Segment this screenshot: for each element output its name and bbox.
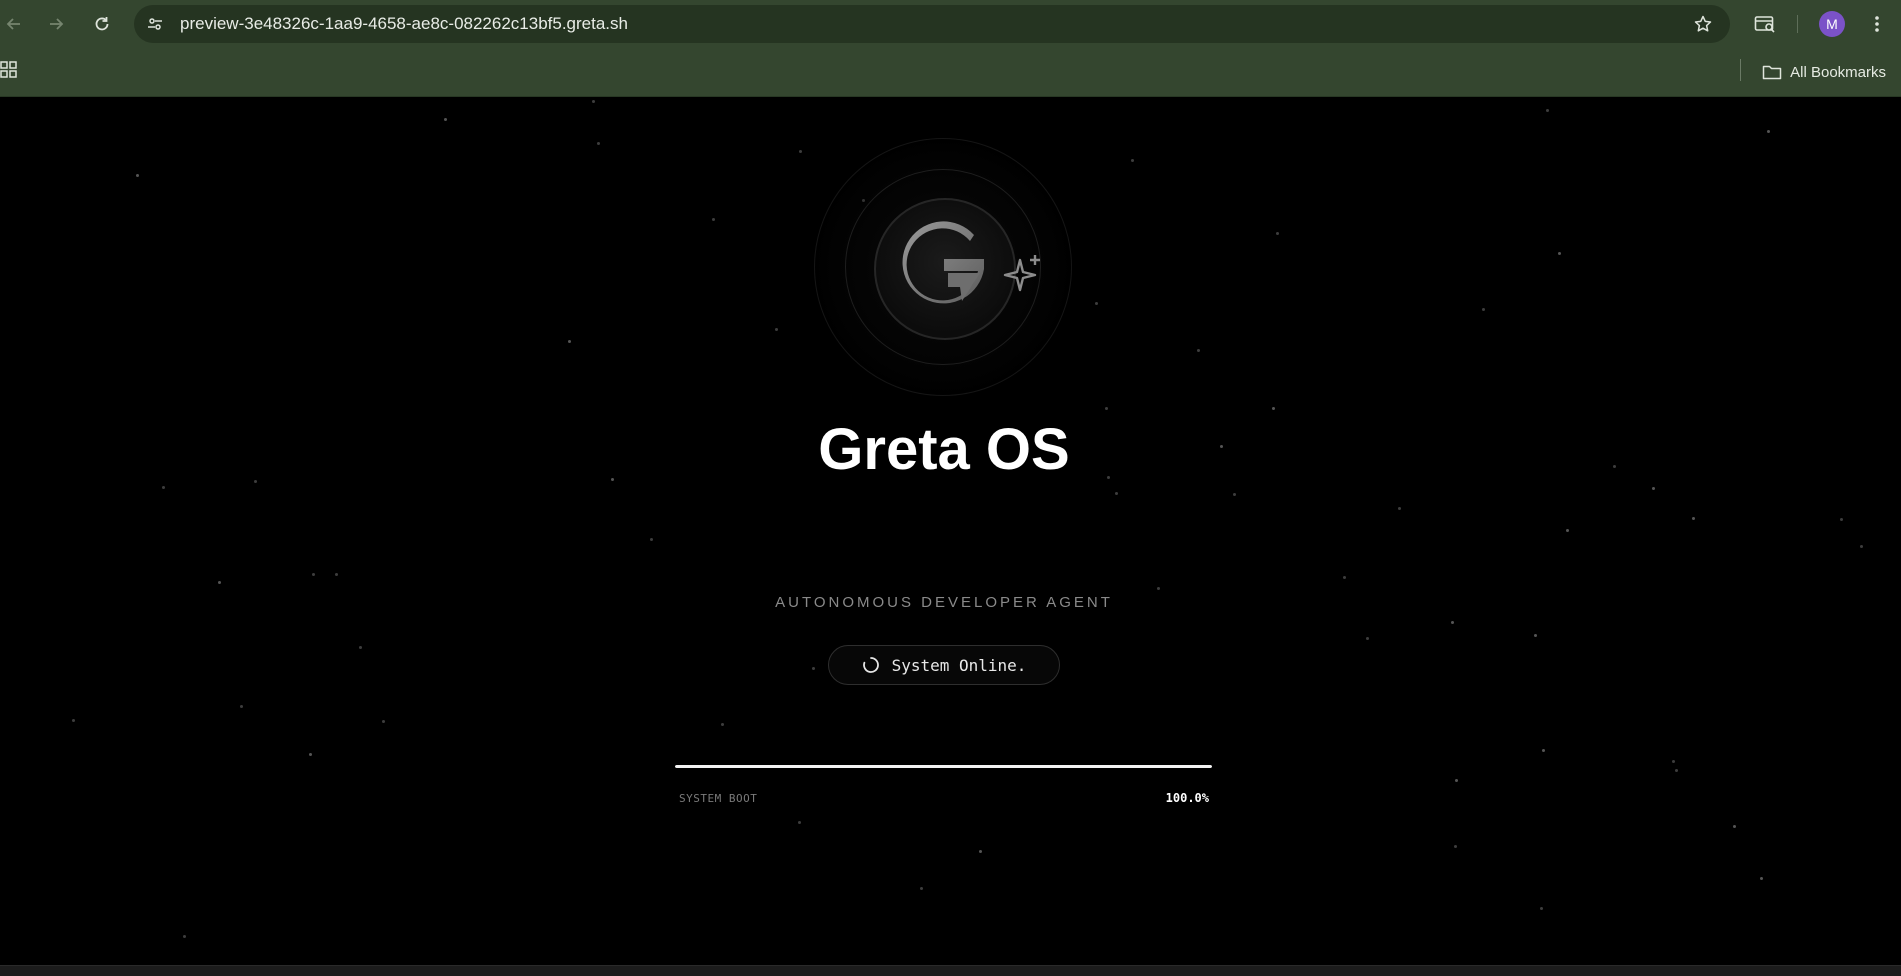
star-dot [1276,232,1279,235]
star-dot [218,581,221,584]
star-dot [240,705,243,708]
star-dot [444,118,447,121]
all-bookmarks-button[interactable]: All Bookmarks [1762,60,1886,84]
star-dot [72,719,75,722]
star-dot [1272,407,1275,410]
star-dot [162,486,165,489]
star-dot [721,723,724,726]
star-dot [979,850,982,853]
star-dot [1692,517,1695,520]
kebab-menu-icon [1875,16,1879,32]
star-dot [775,328,778,331]
tab-search-icon [1754,16,1775,33]
all-bookmarks-label: All Bookmarks [1790,63,1886,81]
arrow-right-icon [50,18,64,30]
star-dot [1840,518,1843,521]
apps-grid-icon [0,61,17,78]
star-dot [183,935,186,938]
toolbar-separator [1797,15,1798,33]
star-dot [1233,493,1236,496]
star-dot [1566,529,1569,532]
star-dot [1115,492,1118,495]
apps-button[interactable] [0,61,20,81]
star-dot [1157,587,1160,590]
star-dot [1652,487,1655,490]
reload-icon [95,17,109,31]
star-dot [382,720,385,723]
star-dot [597,142,600,145]
star-dot [1672,760,1675,763]
g-logo-icon [902,221,984,304]
star-dot [335,573,338,576]
star-dot [1558,252,1561,255]
star-dot [1105,407,1108,410]
greta-logo [814,138,1074,398]
star-dot [1455,779,1458,782]
loading-spinner-icon [862,657,879,673]
boot-progress-label: SYSTEM BOOT [679,792,758,805]
boot-progress-bar [675,765,1212,768]
star-dot [1131,159,1134,162]
star-dot [1760,877,1763,880]
star-dot [309,753,312,756]
star-dot [798,821,801,824]
reload-button[interactable] [88,10,116,38]
star-dot [650,538,653,541]
star-dot [799,150,802,153]
page-title: Greta OS [818,417,1070,482]
site-info-button[interactable] [144,13,166,35]
status-text: System Online. [891,655,1027,675]
star-dot [592,100,595,103]
star-dot [1733,825,1736,828]
browser-toolbar: preview-3e48326c-1aa9-4658-ae8c-082262c1… [0,0,1901,48]
star-dot [312,573,315,576]
address-bar[interactable]: preview-3e48326c-1aa9-4658-ae8c-082262c1… [134,5,1730,43]
star-dot [812,667,815,670]
page-subtitle: AUTONOMOUS DEVELOPER AGENT [775,594,1113,611]
bookmark-star-button[interactable] [1692,13,1714,35]
star-dot [1767,130,1770,133]
star-dot [1343,576,1346,579]
star-dot [1454,845,1457,848]
tune-icon [148,18,162,30]
star-dot [1398,507,1401,510]
star-dot [1534,634,1537,637]
star-dot [1542,749,1545,752]
sparkle-icon [1003,255,1040,292]
taskbar-edge [0,965,1901,976]
profile-avatar[interactable]: M [1819,11,1845,37]
back-button[interactable] [0,10,28,38]
star-dot [920,887,923,890]
boot-progress-fill [675,765,1212,768]
star-dot [1197,349,1200,352]
star-dot [136,174,139,177]
star-dot [1451,621,1454,624]
star-dot [1860,545,1863,548]
tab-search-button[interactable] [1751,10,1779,38]
star-dot [1540,907,1543,910]
star-dot [359,646,362,649]
star-dot [1482,308,1485,311]
star-icon [1694,15,1712,32]
boot-progress-value: 100.0% [1165,791,1209,805]
bookmarks-separator [1740,59,1741,81]
arrow-left-icon [6,18,20,30]
star-dot [1366,637,1369,640]
star-dot [712,218,715,221]
browser-chrome: preview-3e48326c-1aa9-4658-ae8c-082262c1… [0,0,1901,97]
star-dot [568,340,571,343]
forward-button[interactable] [42,10,70,38]
star-dot [1095,302,1098,305]
folder-icon [1762,65,1782,80]
browser-menu-button[interactable] [1863,10,1891,38]
url-text[interactable]: preview-3e48326c-1aa9-4658-ae8c-082262c1… [180,5,628,43]
star-dot [1675,769,1678,772]
star-dot [1546,109,1549,112]
status-badge: System Online. [828,645,1060,685]
bookmarks-bar: All Bookmarks [0,48,1901,96]
